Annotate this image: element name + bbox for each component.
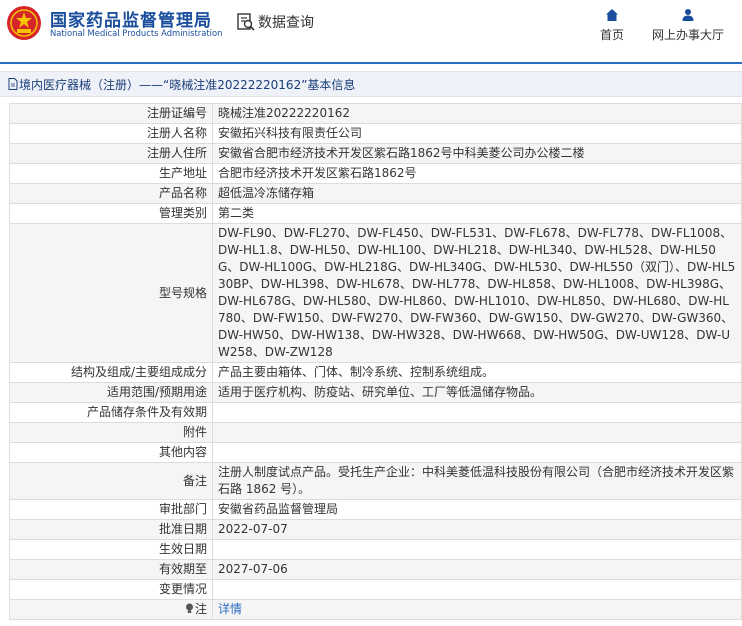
note-label: 注 <box>194 602 207 616</box>
field-value: 2027-07-06 <box>212 559 742 580</box>
registration-info-table: 注册证编号 晓械注准20222220162 注册人名称 安徽拓兴科技有限责任公司 注册人… <box>9 103 742 620</box>
field-label: 产品名称 <box>9 183 213 204</box>
detail-link[interactable]: 详情 <box>218 602 242 616</box>
note-value-cell: 详情 <box>212 599 742 620</box>
field-label: 生产地址 <box>9 163 213 184</box>
field-value: 产品主要由箱体、门体、制冷系统、控制系统组成。 <box>212 362 742 383</box>
info-row: 注册人住所 安徽省合肥市经济技术开发区紫石路1862号中科美菱公司办公楼二楼 <box>9 143 742 164</box>
header-divider <box>0 62 742 64</box>
field-label: 注册人名称 <box>9 123 213 144</box>
home-icon <box>606 9 618 21</box>
info-row: 结构及组成/主要组成成分 产品主要由箱体、门体、制冷系统、控制系统组成。 <box>9 362 742 383</box>
field-value: 晓械注准20222220162 <box>212 103 742 124</box>
info-row: 生产地址 合肥市经济技术开发区紫石路1862号 <box>9 163 742 184</box>
info-row: 适用范围/预期用途 适用于医疗机构、防疫站、研究单位、工厂等低温储存物品。 <box>9 382 742 403</box>
field-value: 适用于医疗机构、防疫站、研究单位、工厂等低温储存物品。 <box>212 382 742 403</box>
info-row: 注册证编号 晓械注准20222220162 <box>9 103 742 124</box>
field-value <box>212 402 742 423</box>
field-label: 备注 <box>9 462 213 500</box>
field-label: 变更情况 <box>9 579 213 600</box>
info-row: 产品储存条件及有效期 <box>9 402 742 423</box>
field-value: 安徽拓兴科技有限责任公司 <box>212 123 742 144</box>
field-value: 安徽省药品监督管理局 <box>212 499 742 520</box>
data-query-link[interactable]: 数据查询 <box>236 11 314 33</box>
field-label: 其他内容 <box>9 442 213 463</box>
lightbulb-icon <box>185 603 193 613</box>
info-row: 型号规格 DW-FL90、DW-FL270、DW-FL450、DW-FL531、D… <box>9 223 742 363</box>
field-value <box>212 579 742 600</box>
site-title-en[interactable]: National Medical Products Administration <box>50 28 222 38</box>
field-label: 生效日期 <box>9 539 213 560</box>
data-query-label: 数据查询 <box>258 15 314 31</box>
field-value: 合肥市经济技术开发区紫石路1862号 <box>212 163 742 184</box>
document-icon <box>8 78 18 90</box>
info-row: 有效期至 2027-07-06 <box>9 559 742 580</box>
field-value: 安徽省合肥市经济技术开发区紫石路1862号中科美菱公司办公楼二楼 <box>212 143 742 164</box>
field-value: DW-FL90、DW-FL270、DW-FL450、DW-FL531、DW-FL… <box>212 223 742 363</box>
field-label: 有效期至 <box>9 559 213 580</box>
info-row: 附件 <box>9 422 742 443</box>
field-value <box>212 442 742 463</box>
field-value: 超低温冷冻储存箱 <box>212 183 742 204</box>
field-value: 2022-07-07 <box>212 519 742 540</box>
breadcrumb: 境内医疗器械（注册）——“晓械注准20222220162”基本信息 <box>0 71 742 97</box>
nav-online-office-label: 网上办事大厅 <box>651 28 724 42</box>
note-row: 注详情 <box>9 599 742 620</box>
nav-home-label: 首页 <box>599 28 624 42</box>
info-row: 变更情况 <box>9 579 742 600</box>
field-label: 附件 <box>9 422 213 443</box>
field-label: 审批部门 <box>9 499 213 520</box>
breadcrumb-text: 境内医疗器械（注册）——“晓械注准20222220162”基本信息 <box>19 78 356 92</box>
field-label: 产品储存条件及有效期 <box>9 402 213 423</box>
document-search-icon <box>237 13 255 31</box>
field-label: 结构及组成/主要组成成分 <box>9 362 213 383</box>
info-row: 审批部门 安徽省药品监督管理局 <box>9 499 742 520</box>
info-row: 注册人名称 安徽拓兴科技有限责任公司 <box>9 123 742 144</box>
info-row: 生效日期 <box>9 539 742 560</box>
nav-home[interactable]: 首页 <box>597 8 627 43</box>
field-label: 适用范围/预期用途 <box>9 382 213 403</box>
field-label: 管理类别 <box>9 203 213 224</box>
field-label: 批准日期 <box>9 519 213 540</box>
note-label-cell: 注 <box>9 599 213 620</box>
nav-online-office[interactable]: 网上办事大厅 <box>650 8 726 43</box>
site-header: 国家药品监督管理局 National Medical Products Admi… <box>0 0 742 62</box>
field-value <box>212 422 742 443</box>
info-row: 管理类别 第二类 <box>9 203 742 224</box>
info-row: 备注 注册人制度试点产品。受托生产企业：中科美菱低温科技股份有限公司（合肥市经济技… <box>9 462 742 500</box>
info-row: 其他内容 <box>9 442 742 463</box>
field-value: 注册人制度试点产品。受托生产企业：中科美菱低温科技股份有限公司（合肥市经济技术开… <box>212 462 742 500</box>
national-emblem-logo-icon[interactable] <box>6 5 42 41</box>
field-value: 第二类 <box>212 203 742 224</box>
field-label: 注册证编号 <box>9 103 213 124</box>
field-value <box>212 539 742 560</box>
field-label: 型号规格 <box>9 223 213 363</box>
field-label: 注册人住所 <box>9 143 213 164</box>
user-icon <box>682 9 694 21</box>
info-row: 产品名称 超低温冷冻储存箱 <box>9 183 742 204</box>
info-row: 批准日期 2022-07-07 <box>9 519 742 540</box>
